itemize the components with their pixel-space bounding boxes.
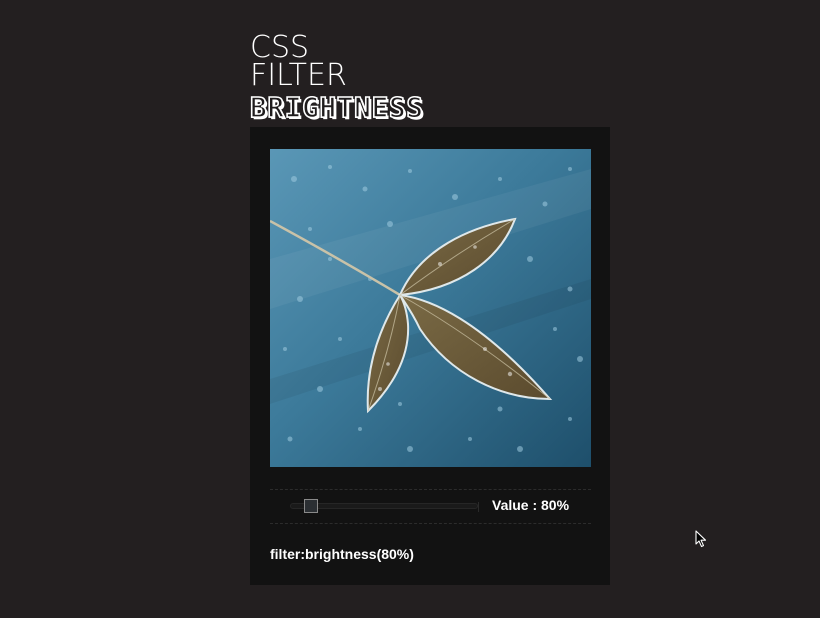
leaf-photo xyxy=(270,149,591,467)
slider-thumb[interactable] xyxy=(304,499,318,513)
slider-end-mark xyxy=(478,502,479,512)
heading-brightness: BRIGHTNESS xyxy=(249,90,424,125)
demo-card: Value : 80% filter:brightness(80%) xyxy=(250,127,610,585)
divider-top xyxy=(270,489,591,490)
value-label: Value : 80% xyxy=(492,497,570,513)
divider-bottom xyxy=(270,523,591,524)
css-code-output: filter:brightness(80%) xyxy=(270,546,414,562)
heading-filter: FILTER xyxy=(250,58,347,93)
slider-track[interactable] xyxy=(290,503,478,509)
page: CSS FILTER BRIGHTNESS Value: 80% filter… xyxy=(0,0,820,618)
brightness-slider[interactable] xyxy=(290,499,478,513)
mouse-pointer-icon xyxy=(695,530,707,548)
frosted-leaves-photo-icon xyxy=(270,149,591,467)
